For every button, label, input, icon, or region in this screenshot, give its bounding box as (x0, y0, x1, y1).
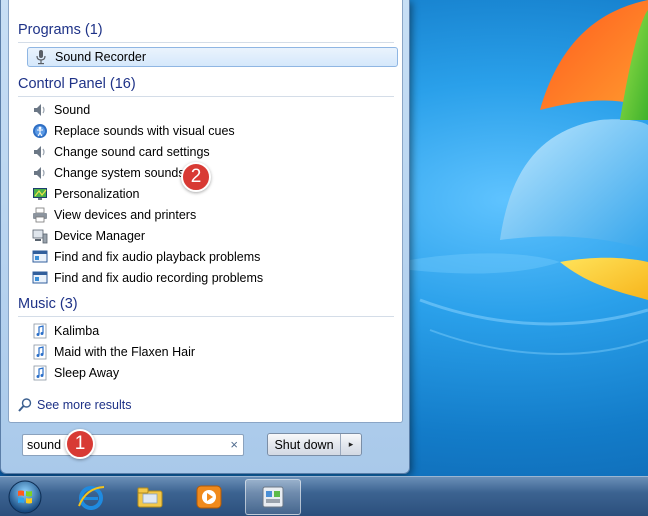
result-item-label: Replace sounds with visual cues (54, 124, 235, 138)
troubleshoot-icon (32, 249, 48, 265)
result-item-maid-flaxen-hair[interactable]: Maid with the Flaxen Hair (27, 342, 398, 362)
file-explorer-icon (137, 487, 163, 508)
group-divider (18, 96, 394, 97)
result-item-label: Maid with the Flaxen Hair (54, 345, 196, 359)
result-item-fix-recording[interactable]: Find and fix audio recording problems (27, 268, 398, 288)
search-input[interactable] (27, 437, 217, 453)
callout-badge-1: 1 (65, 429, 95, 459)
taskbar-media-player[interactable] (181, 479, 237, 515)
result-item-sleep-away[interactable]: Sleep Away (27, 363, 398, 383)
taskbar-file-explorer[interactable] (122, 479, 178, 515)
result-item-sound[interactable]: Sound (27, 100, 398, 120)
result-item-label: Change sound card settings (54, 145, 210, 159)
group-divider (18, 42, 394, 43)
result-item-label: Sound (54, 103, 91, 117)
troubleshoot-icon (32, 270, 48, 286)
result-item-change-system-sounds[interactable]: Change system sounds (27, 163, 398, 183)
result-item-device-manager[interactable]: Device Manager (27, 226, 398, 246)
result-item-label: Personalization (54, 187, 140, 201)
internet-explorer-icon (78, 486, 105, 510)
shutdown-button[interactable]: Shut down (268, 434, 340, 455)
start-menu: Programs (1) Sound Recorder Control Pane… (0, 0, 410, 474)
result-item-sound-recorder[interactable]: Sound Recorder (27, 47, 398, 67)
result-item-fix-playback[interactable]: Find and fix audio playback problems (27, 247, 398, 267)
windows-orb-icon (8, 480, 42, 514)
result-item-devices-printers[interactable]: View devices and printers (27, 205, 398, 225)
group-header-music: Music (3) (18, 296, 78, 312)
result-item-label: Find and fix audio playback problems (54, 250, 261, 264)
device-manager-icon (32, 228, 48, 244)
group-divider (18, 316, 394, 317)
result-item-label: Change system sounds (54, 166, 185, 180)
taskbar-control-panel[interactable] (245, 479, 301, 515)
start-button[interactable] (5, 478, 45, 516)
shutdown-options-arrow-icon[interactable]: ▸ (340, 434, 361, 455)
callout-badge-2: 2 (181, 162, 211, 192)
speaker-icon (32, 165, 48, 181)
result-item-label: Kalimba (54, 324, 100, 338)
result-item-change-sound-card[interactable]: Change sound card settings (27, 142, 398, 162)
result-item-label: Device Manager (54, 229, 146, 243)
result-item-label: Sleep Away (54, 366, 120, 380)
music-note-icon (32, 323, 48, 339)
group-header-programs: Programs (1) (18, 22, 103, 38)
clear-search-icon[interactable]: × (230, 437, 238, 452)
magnifier-icon (17, 397, 33, 413)
see-more-label: See more results (37, 398, 132, 412)
search-box[interactable]: × (22, 434, 244, 456)
music-note-icon (32, 365, 48, 381)
result-item-replace-sounds[interactable]: Replace sounds with visual cues (27, 121, 398, 141)
taskbar (0, 476, 648, 516)
result-item-label: View devices and printers (54, 208, 197, 222)
printer-icon (32, 207, 48, 223)
media-player-icon (196, 485, 222, 509)
result-item-kalimba[interactable]: Kalimba (27, 321, 398, 341)
speaker-icon (32, 144, 48, 160)
music-note-icon (32, 344, 48, 360)
result-item-label: Sound Recorder (55, 50, 147, 64)
shutdown-group: Shut down ▸ (267, 433, 362, 456)
control-panel-icon (262, 486, 284, 508)
personalization-icon (32, 186, 48, 202)
search-results-pane: Programs (1) Sound Recorder Control Pane… (8, 0, 403, 423)
group-header-control-panel: Control Panel (16) (18, 76, 136, 92)
result-item-label: Find and fix audio recording problems (54, 271, 264, 285)
speaker-icon (32, 102, 48, 118)
microphone-icon (33, 49, 49, 65)
taskbar-internet-explorer[interactable] (63, 479, 119, 515)
result-item-personalization[interactable]: Personalization (27, 184, 398, 204)
see-more-results-link[interactable]: See more results (17, 397, 131, 413)
ease-of-access-icon (32, 123, 48, 139)
